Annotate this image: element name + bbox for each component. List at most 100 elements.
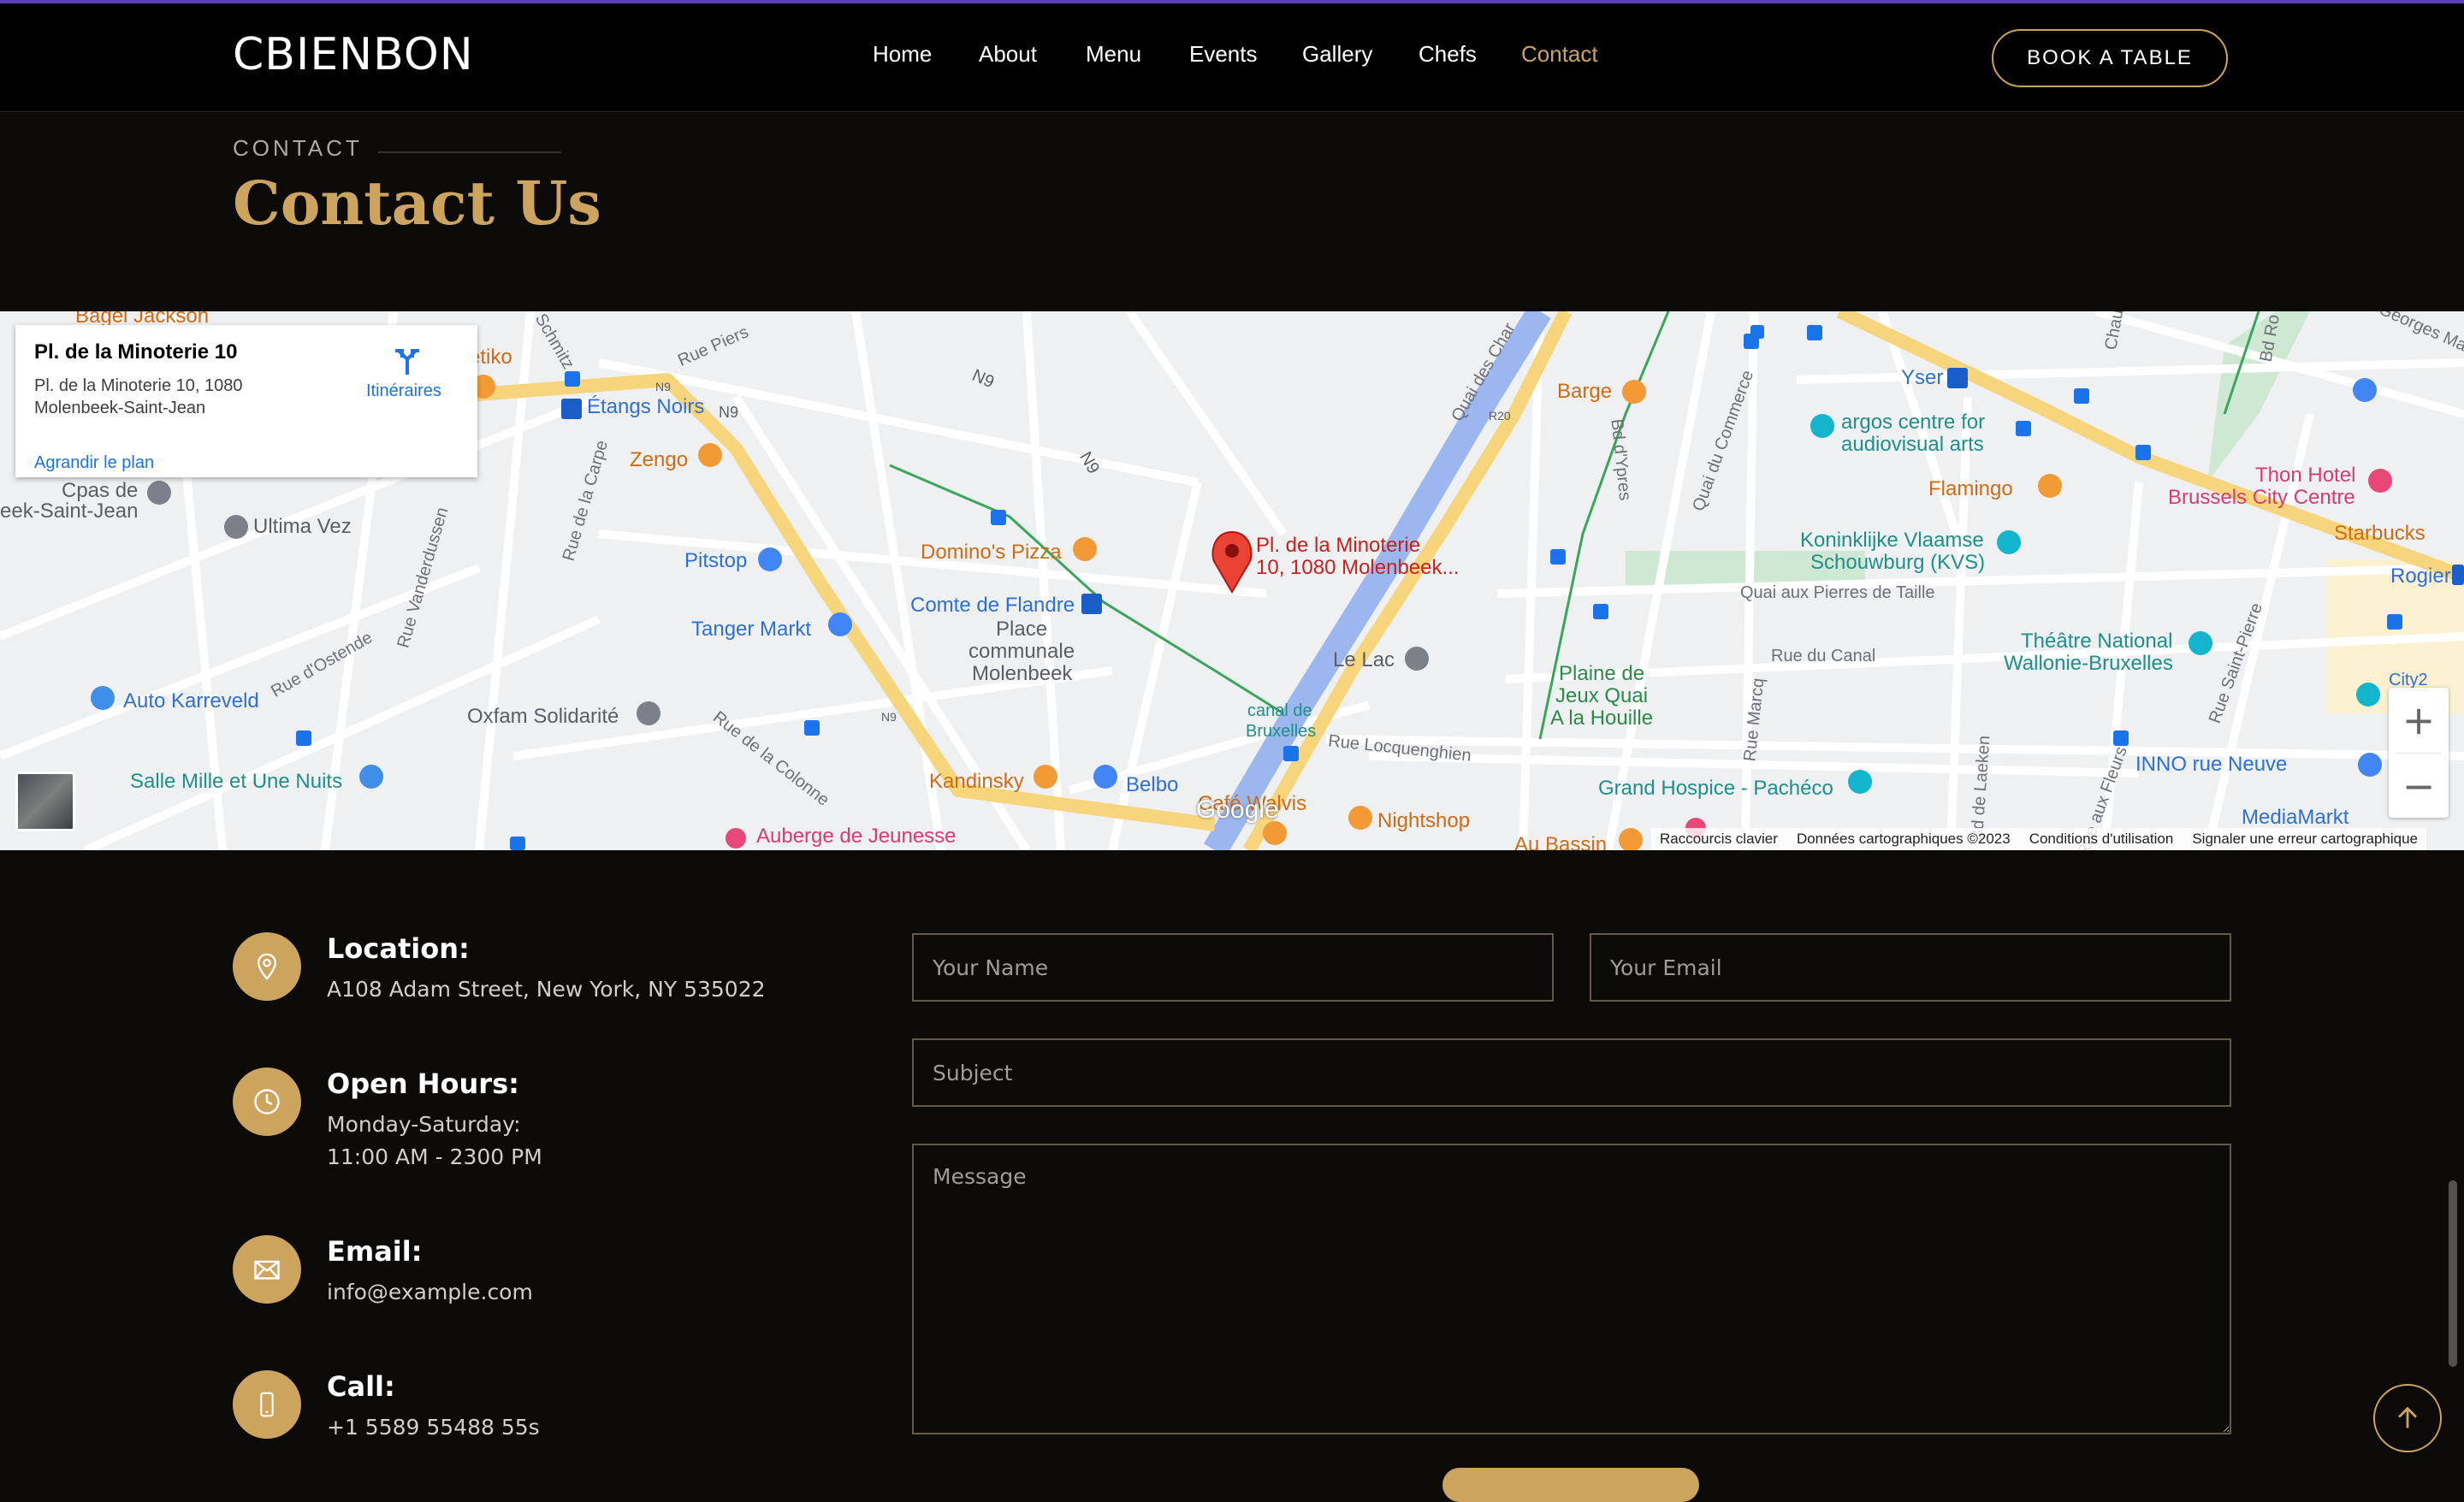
map-label: Nightshop — [1377, 809, 1471, 832]
map-attribution: Raccourcis clavier Données cartographiqu… — [1651, 828, 2426, 850]
enlarge-map-link[interactable]: Agrandir le plan — [34, 453, 154, 473]
site-header: CBIENBON Home About Menu Events Gallery … — [0, 3, 2464, 112]
clock-icon — [233, 1067, 301, 1136]
message-textarea[interactable] — [912, 1144, 2231, 1434]
map-label: N9 — [655, 380, 671, 393]
info-hours: Open Hours: Monday-Saturday: 11:00 AM - … — [233, 1067, 917, 1179]
map-label: Place — [996, 618, 1048, 641]
map-label: Oxfam Solidarité — [467, 705, 619, 728]
map-label: Pitstop — [684, 549, 748, 572]
map-label: Wallonie-Bruxelles — [2004, 652, 2173, 675]
map-label: Rue du Canal — [1771, 647, 1876, 665]
map-label: Salle Mille et Une Nuits — [130, 770, 343, 793]
map-label: Zengo — [630, 448, 689, 471]
page-title: Contact Us — [233, 168, 601, 239]
map-label: Jeux Quai — [1555, 684, 1649, 707]
hours-days: Monday-Saturday: — [327, 1112, 521, 1137]
map-data-credit: Données cartographiques ©2023 — [1796, 831, 2011, 847]
book-table-button[interactable]: BOOK A TABLE — [1992, 29, 2228, 87]
arrow-up-icon — [2398, 1406, 2417, 1428]
section-tag: CONTACT — [233, 135, 363, 161]
envelope-icon — [233, 1235, 301, 1304]
section-tag-divider — [378, 151, 561, 153]
map-label: A la Houille — [1550, 707, 1654, 730]
map-label: N9 — [881, 710, 897, 724]
report-error-link[interactable]: Signaler une erreur cartographique — [2192, 831, 2418, 848]
info-call: Call: +1 5589 55488 55s — [233, 1370, 917, 1456]
info-email: Email: info@example.com — [233, 1235, 917, 1321]
map-place-address: Pl. de la Minoterie 10, 1080 Molenbeek-S… — [34, 376, 243, 417]
map-label: Bruxelles — [1246, 722, 1317, 741]
hours-text: Monday-Saturday: 11:00 AM - 2300 PM — [327, 1109, 542, 1174]
terms-link[interactable]: Conditions d'utilisation — [2029, 831, 2174, 848]
email-text: info@example.com — [327, 1280, 533, 1304]
page-scrollbar[interactable] — [2449, 1180, 2457, 1367]
map-label: Plaine de — [1559, 662, 1645, 685]
map-label: Auto Karreveld — [123, 689, 259, 713]
site-logo[interactable]: CBIENBON — [233, 29, 474, 80]
nav-menu[interactable]: Menu — [1086, 41, 1141, 68]
subject-input[interactable] — [912, 1038, 2231, 1107]
nav-gallery[interactable]: Gallery — [1302, 41, 1372, 68]
map-label: argos centre for — [1841, 411, 1986, 434]
map-label: Au Bassin — [1514, 833, 1608, 850]
map-label: audiovisual arts — [1841, 433, 1984, 456]
map-label: Kandinsky — [929, 770, 1024, 793]
name-input[interactable] — [912, 933, 1554, 1002]
call-text: +1 5589 55488 55s — [327, 1415, 540, 1440]
map-label: Molenbeek — [972, 662, 1073, 685]
map-label: Barge — [1557, 380, 1613, 403]
map-label: MediaMarkt — [2242, 806, 2349, 829]
nav-chefs[interactable]: Chefs — [1419, 41, 1477, 68]
map-label: Quai aux Pierres de Taille — [1740, 583, 1935, 602]
send-message-button[interactable] — [1442, 1468, 1699, 1502]
phone-icon — [233, 1370, 301, 1439]
directions-link[interactable]: Itinéraires — [366, 381, 441, 401]
map-embed[interactable]: Bagel Jackson etiko Étangs Noirs Zengo C… — [0, 311, 2464, 850]
nav-home[interactable]: Home — [873, 41, 932, 68]
satellite-toggle[interactable] — [15, 772, 75, 831]
map-label: Yser — [1901, 366, 1944, 389]
map-label: Grand Hospice - Pachéco — [1598, 777, 1833, 800]
map-label: Koninklijke Vlaamse — [1800, 529, 1984, 552]
map-label: Le Lac — [1333, 648, 1395, 671]
map-label: Thon Hotel — [2255, 464, 2356, 487]
map-label: Belbo — [1126, 773, 1179, 796]
email-input[interactable] — [1590, 933, 2231, 1002]
nav-events[interactable]: Events — [1189, 41, 1258, 68]
zoom-out-button[interactable]: − — [2389, 754, 2449, 819]
email-title: Email: — [327, 1235, 423, 1268]
map-label: R20 — [1489, 409, 1511, 423]
map-label: Théâtre National — [2021, 630, 2173, 653]
map-label: Comte de Flandre — [910, 594, 1075, 617]
zoom-in-button[interactable]: + — [2389, 688, 2449, 753]
location-text: A108 Adam Street, New York, NY 535022 — [327, 977, 766, 1002]
nav-about[interactable]: About — [979, 41, 1037, 68]
nav-contact[interactable]: Contact — [1521, 41, 1598, 68]
map-marker-label: 10, 1080 Molenbeek... — [1256, 556, 1460, 579]
map-label: Ultima Vez — [253, 515, 352, 538]
map-label: eek-Saint-Jean — [0, 500, 139, 523]
google-logo: Google — [1196, 795, 1279, 824]
map-label: INNO rue Neuve — [2135, 753, 2288, 776]
map-label: Étangs Noirs — [587, 395, 705, 418]
map-place-title: Pl. de la Minoterie 10 — [34, 340, 238, 364]
directions-icon[interactable] — [392, 346, 423, 376]
map-zoom-control: + − — [2389, 688, 2449, 818]
scroll-to-top-button[interactable] — [2373, 1384, 2442, 1452]
map-label: canal de — [1247, 701, 1312, 720]
info-location: Location: A108 Adam Street, New York, NY… — [233, 932, 917, 1018]
location-title: Location: — [327, 932, 470, 965]
map-label: Brussels City Centre — [2168, 486, 2355, 509]
map-label: Schouwburg (KVS) — [1810, 551, 1986, 574]
map-label: N9 — [719, 404, 739, 421]
map-label: Auberge de Jeunesse — [756, 825, 957, 848]
map-info-card: Pl. de la Minoterie 10 Pl. de la Minoter… — [15, 325, 477, 477]
map-label: Tanger Markt — [691, 618, 812, 641]
map-marker-label: Pl. de la Minoterie — [1256, 534, 1421, 557]
map-label: Starbucks — [2334, 522, 2426, 545]
keyboard-shortcuts-link[interactable]: Raccourcis clavier — [1660, 831, 1778, 848]
map-label: communale — [968, 640, 1075, 663]
hours-title: Open Hours: — [327, 1067, 519, 1100]
map-label: Flamingo — [1928, 477, 2013, 500]
